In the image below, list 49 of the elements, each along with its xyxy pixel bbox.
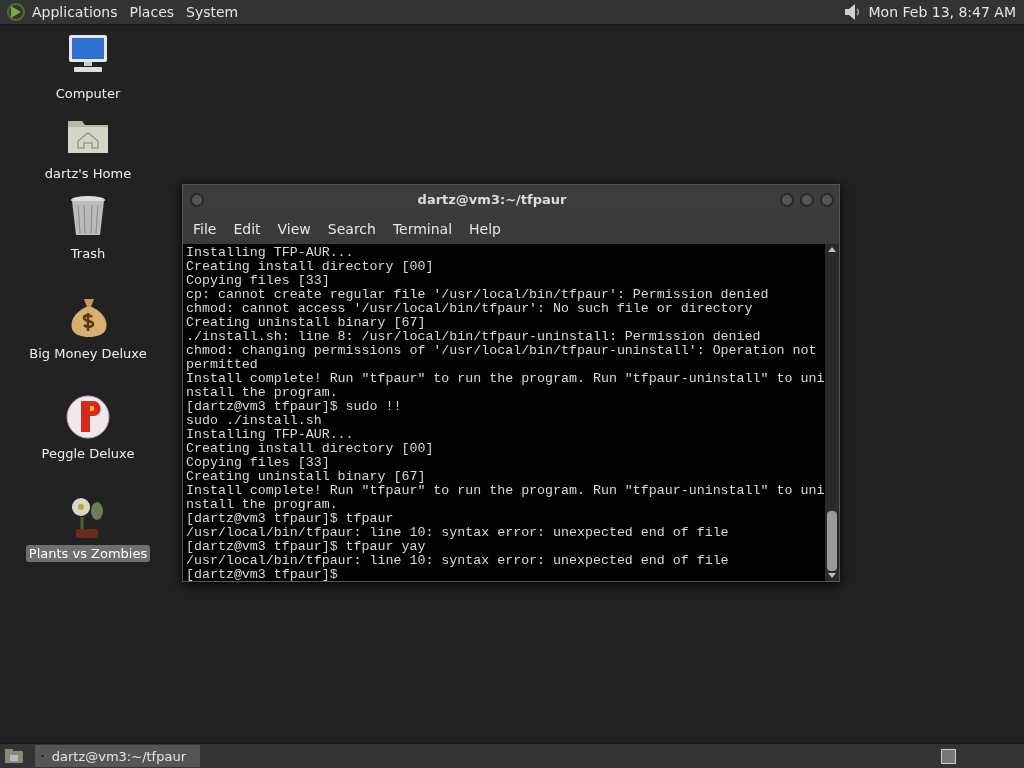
desktop-icon-label[interactable]: Trash — [67, 245, 109, 262]
play-logo-icon[interactable] — [6, 2, 26, 22]
menu-item[interactable]: Search — [321, 221, 382, 237]
terminal-line: cp: cannot create regular file '/usr/local/bin/tfpaur': Permission denied — [186, 288, 770, 302]
terminal-line: Creating uninstall binary [67] — [186, 470, 427, 484]
game-ball-icon — [64, 393, 112, 441]
terminal-line: permitted — [186, 358, 259, 372]
terminal-line: /usr/local/bin/tfpaur: line 10: syntax error: unexpected end of file — [186, 554, 730, 568]
terminal-line: Creating install directory [00] — [186, 442, 435, 456]
panel-menu[interactable]: System — [180, 4, 245, 20]
menu-item[interactable]: Edit — [227, 221, 267, 237]
panel-menu[interactable]: Applications — [26, 4, 124, 20]
window-title: dartz@vm3:~/tfpaur — [416, 192, 568, 207]
panel-menu[interactable]: Places — [123, 4, 181, 20]
terminal-line: Install complete! Run "tfpaur" to run the program. Run "tfpaur-uninstall" to uni — [186, 484, 825, 498]
workspace-switcher[interactable] — [941, 748, 956, 764]
menu-item[interactable]: File — [187, 221, 223, 237]
clock[interactable]: Mon Feb 13, 8:47 AM — [868, 4, 1016, 20]
terminal-line: [dartz@vm3 tfpaur]$ tfpaur — [186, 512, 395, 526]
desktop-icon-label[interactable]: dartz's Home — [41, 165, 135, 182]
terminal-line: Installing TFP-AUR... — [186, 246, 355, 260]
desktop-icon-label[interactable]: Computer — [52, 85, 124, 102]
terminal-line: Install complete! Run "tfpaur" to run the program. Run "tfpaur-uninstall" to uni — [186, 372, 825, 386]
desktop-icon-label[interactable]: Big Money Deluxe — [26, 345, 150, 362]
menu-item[interactable]: Terminal — [386, 221, 459, 237]
scrollbar-thumb[interactable] — [827, 511, 837, 571]
terminal-line: [dartz@vm3 tfpaur]$ tfpaur yay — [186, 540, 427, 554]
terminal-line: Copying files [33] — [186, 274, 331, 288]
menu-item[interactable]: View — [271, 221, 317, 237]
taskbar-button[interactable]: dartz@vm3:~/tfpaur — [35, 745, 200, 767]
terminal-line: Creating install directory [00] — [186, 260, 435, 274]
terminal-line: Copying files [33] — [186, 456, 331, 470]
menu-item[interactable]: Help — [463, 221, 507, 237]
terminal-line: Installing TFP-AUR... — [186, 428, 355, 442]
terminal-line: /usr/local/bin/tfpaur: line 10: syntax error: unexpected end of file — [186, 526, 730, 540]
terminal-line: chmod: changing permissions of '/usr/local/bin/tfpaur-uninstall': Operation not — [186, 344, 818, 358]
scrollbar[interactable] — [825, 244, 839, 581]
desktop-icon-label[interactable]: Plants vs Zombies — [25, 545, 151, 562]
desktop-icon-label[interactable]: Peggle Deluxe — [38, 445, 138, 462]
show-desktop-icon[interactable] — [3, 747, 25, 765]
terminal-line: ./install.sh: line 8: /usr/local/bin/tfpaur-uninstall: Permission denied — [186, 330, 762, 344]
terminal-line: [dartz@vm3 tfpaur]$ sudo !! — [186, 400, 403, 414]
task-title: dartz@vm3:~/tfpaur — [51, 748, 186, 764]
terminal-line: Creating uninstall binary [67] — [186, 316, 427, 330]
terminal-line: nstall the program. — [186, 498, 339, 512]
terminal-line: nstall the program. — [186, 386, 339, 400]
terminal-line: sudo ./install.sh — [186, 414, 323, 428]
terminal-line: [dartz@vm3 tfpaur]$ — [186, 568, 339, 581]
terminal-line: chmod: cannot access '/usr/local/bin/tfpaur': No such file or directory — [186, 302, 754, 316]
